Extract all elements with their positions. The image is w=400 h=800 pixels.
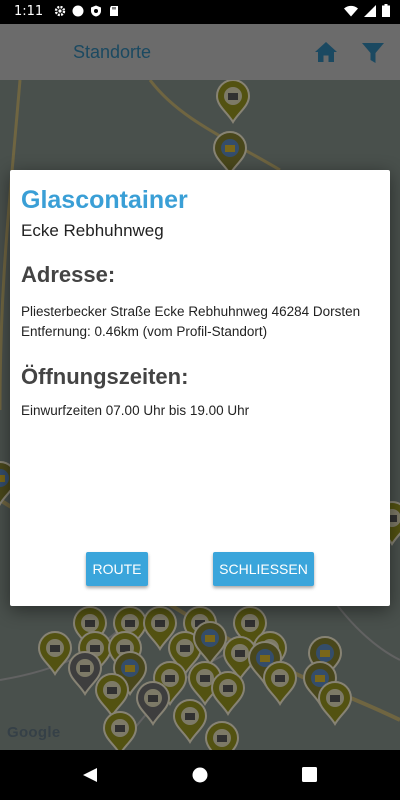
circle-icon: [72, 5, 84, 17]
gear-icon: [54, 5, 66, 17]
recents-icon[interactable]: [302, 767, 317, 782]
sd-card-icon: [110, 6, 118, 16]
dialog-subtitle: Ecke Rebhuhnweg: [21, 221, 164, 240]
hours-heading: Öffnungszeiten:: [21, 364, 189, 389]
shield-icon: [91, 5, 101, 17]
wifi-icon: [344, 5, 358, 16]
address-heading: Adresse:: [21, 262, 116, 287]
location-detail-dialog: Glascontainer Ecke Rebhuhnweg Adresse: P…: [10, 170, 390, 606]
dialog-title: Glascontainer: [21, 186, 188, 214]
route-button[interactable]: ROUTE: [86, 552, 148, 586]
home-circle-icon[interactable]: [192, 767, 208, 783]
signal-icon: [364, 4, 376, 17]
system-nav-bar: [0, 750, 400, 800]
address-text: Pliesterbecker Straße Ecke Rebhuhnweg 46…: [21, 304, 361, 319]
distance-text: Entfernung: 0.46km (vom Profil-Standort): [21, 324, 268, 339]
back-icon[interactable]: [82, 767, 98, 783]
hours-text: Einwurfzeiten 07.00 Uhr bis 19.00 Uhr: [21, 403, 250, 418]
battery-icon: [382, 4, 390, 17]
status-bar: 1:11: [0, 0, 400, 24]
close-button[interactable]: SCHLIESSEN: [213, 552, 314, 586]
status-time: 1:11: [14, 4, 44, 19]
